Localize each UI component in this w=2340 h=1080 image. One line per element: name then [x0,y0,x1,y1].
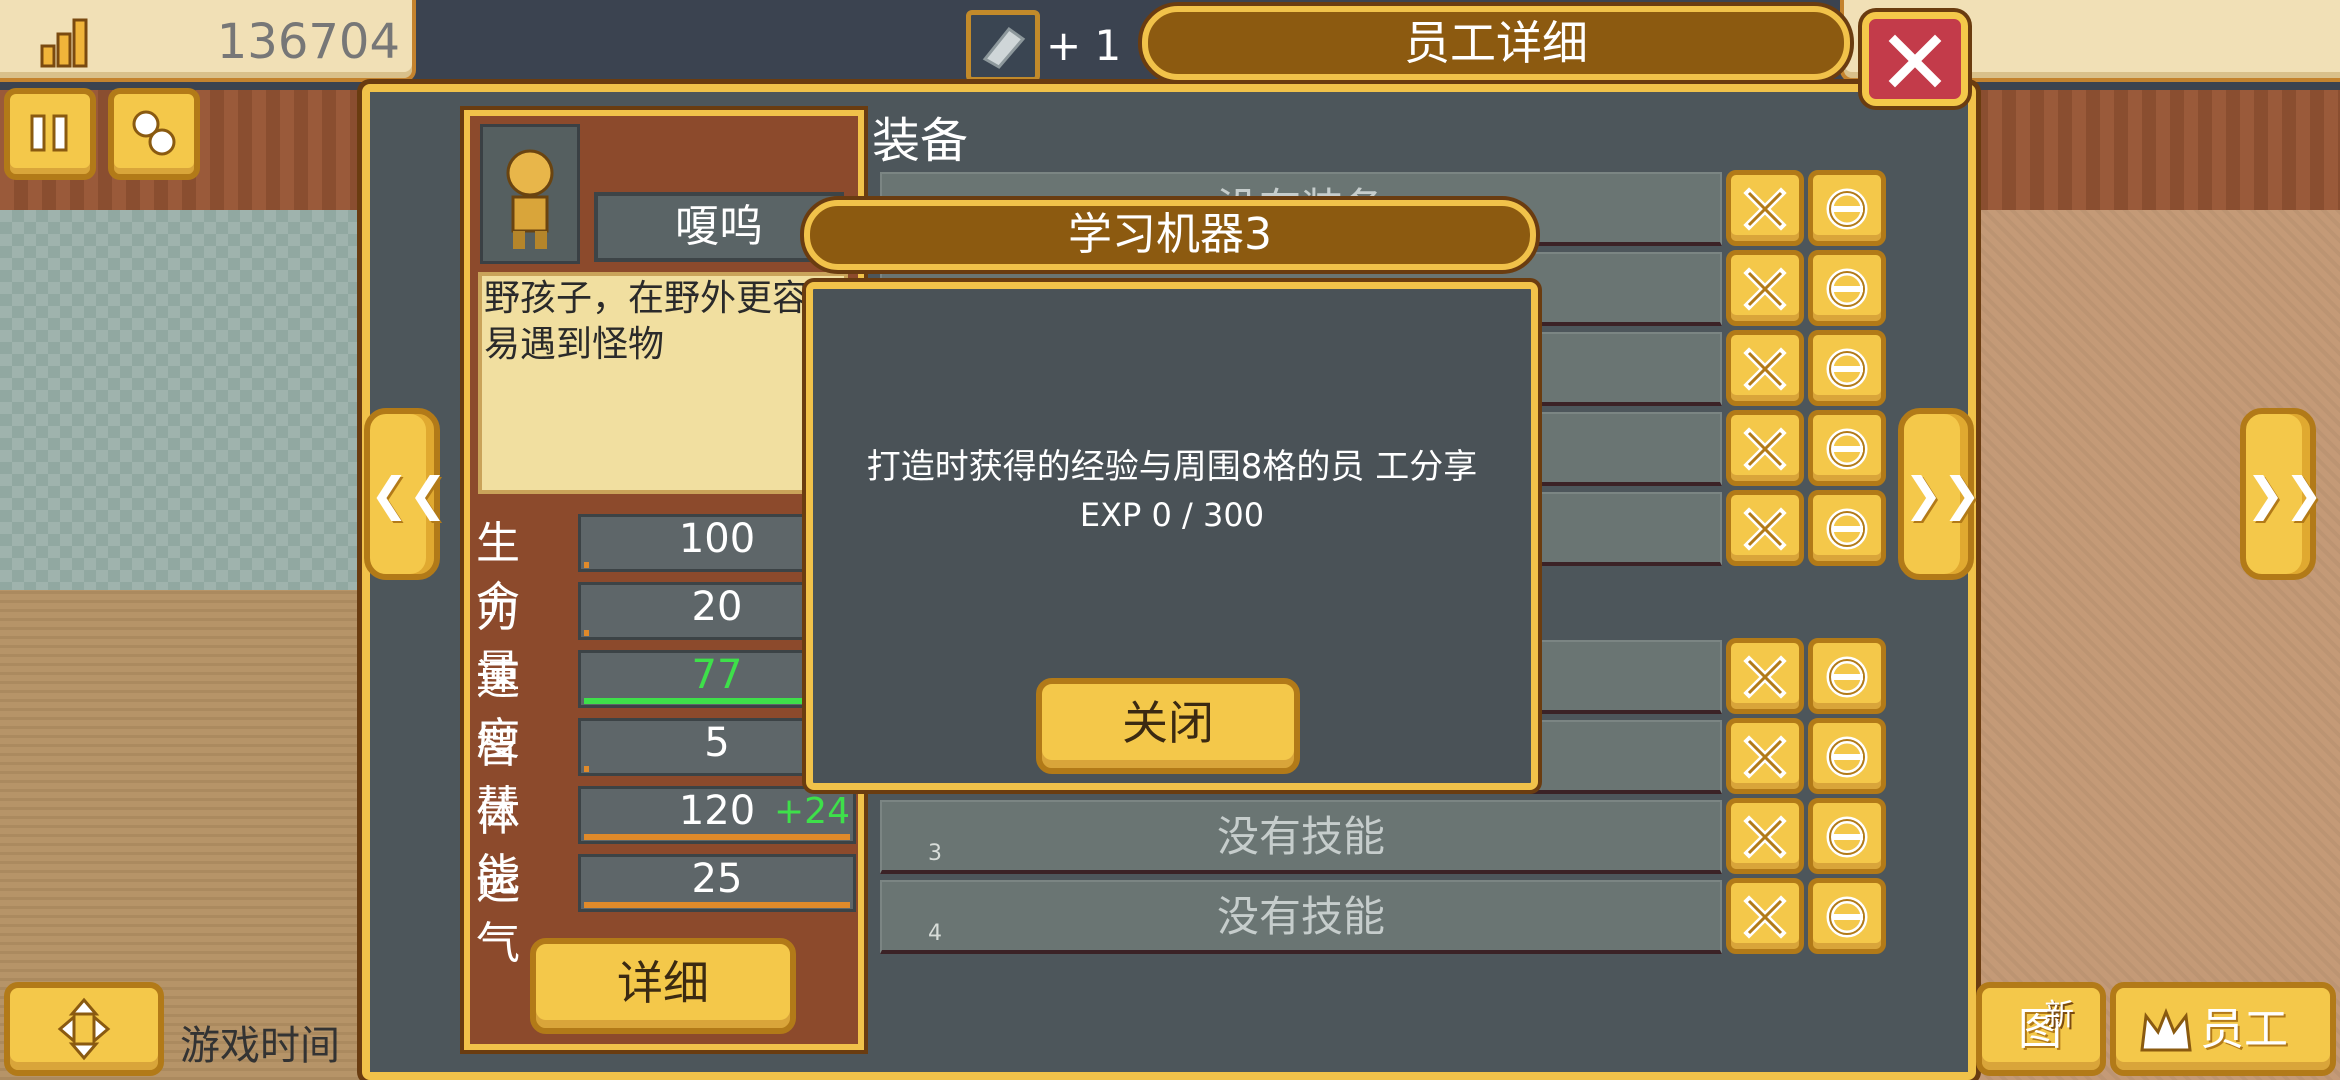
staff-button[interactable]: 员工 [2110,982,2336,1076]
stat-bonus: +24 [774,791,850,832]
right-arrow-icon: ❯❯ [2246,467,2324,521]
panel-title: 员工详细 [1404,16,1588,70]
move-icon [57,997,111,1061]
remove-button[interactable] [1726,490,1804,566]
close-button[interactable] [1862,12,1968,106]
new-badge: 新 [2044,998,2074,1033]
stat-label: 速度 [476,654,520,765]
prev-staff-button[interactable]: ❮❮ [364,408,448,580]
detail-button-label: 详细 [617,956,709,1010]
speed-icon [132,110,176,156]
next-page-button[interactable]: ❯❯ [2240,408,2324,580]
swap-icon [1826,656,1868,698]
right-arrow-icon: ❯❯ [1904,467,1982,521]
stat-fill [584,562,589,568]
swap-icon [1826,188,1868,230]
x-icon [1743,815,1787,859]
stat-fill [584,630,589,636]
speed-button[interactable] [108,88,200,180]
item-slot[interactable] [966,10,1040,82]
stat-fill [584,902,850,908]
skill-slot-number: 3 [928,841,942,866]
stat-label: 力量 [476,586,520,697]
pause-button[interactable] [4,88,96,180]
x-icon [1743,895,1787,939]
skill-slot-label: 没有技能 [1216,892,1385,941]
remove-button[interactable] [1726,798,1804,874]
background-floor-right [1960,210,2340,1080]
x-icon [1743,187,1787,231]
popup-description: 打造时获得的经验与周围8格的员 工分享 [866,447,1478,487]
stat-value: 25 [691,856,743,902]
popup-exp: EXP 0 / 300 [1079,496,1265,534]
swap-button[interactable] [1808,170,1886,246]
left-arrow-icon: ❮❮ [370,467,448,521]
popup-close-label: 关闭 [1122,696,1214,750]
remove-button[interactable] [1726,170,1804,246]
x-icon [1743,655,1787,699]
character-portrait [480,124,580,264]
swap-button[interactable] [1808,250,1886,326]
swap-button[interactable] [1808,718,1886,794]
money-icon [38,16,98,68]
swap-icon [1826,428,1868,470]
swap-icon [1826,508,1868,550]
close-icon [1888,34,1942,88]
stat-label: 生命 [476,518,520,629]
x-icon [1743,507,1787,551]
next-staff-button[interactable]: ❯❯ [1898,408,1982,580]
character-description: 野孩子，在野外更容易遇到怪物 [484,278,809,365]
remove-button[interactable] [1726,330,1804,406]
swap-button[interactable] [1808,490,1886,566]
swap-icon [1826,816,1868,858]
swap-button[interactable] [1808,410,1886,486]
item-bonus: + 1 [1046,21,1122,70]
stat-fill [584,766,589,772]
remove-button[interactable] [1726,878,1804,954]
background-tiles [0,210,370,590]
swap-button[interactable] [1808,638,1886,714]
remove-button[interactable] [1726,718,1804,794]
popup-title: 学习机器3 [1068,209,1272,260]
swap-button[interactable] [1808,330,1886,406]
swap-icon [1826,348,1868,390]
remove-button[interactable] [1726,638,1804,714]
stat-label: 体能 [476,790,520,901]
x-icon [1743,347,1787,391]
remove-button[interactable] [1726,250,1804,326]
swap-icon [1826,736,1868,778]
crown-icon [2140,1007,2192,1052]
swap-icon [1826,268,1868,310]
money-value: 136704 [216,14,400,70]
swap-icon [1826,896,1868,938]
x-icon [1743,427,1787,471]
skill-slot-number: 4 [928,921,942,946]
game-time-label: 游戏时间 [180,1023,340,1069]
swap-button[interactable] [1808,878,1886,954]
pause-icon [30,114,68,152]
x-icon [1743,267,1787,311]
character-sprite [506,149,554,249]
swap-button[interactable] [1808,798,1886,874]
remove-button[interactable] [1726,410,1804,486]
encyclopedia-button[interactable]: 图鉴 新 [1976,982,2106,1076]
move-button[interactable] [4,982,164,1076]
item-icon [982,26,1026,69]
staff-label: 员工 [2200,1004,2288,1055]
stat-label: 运气 [476,858,520,969]
skill-slot-label: 没有技能 [1216,812,1385,861]
x-icon [1743,735,1787,779]
stat-label: 智慧 [476,722,520,833]
stat-fill [584,834,850,840]
equipment-title: 装备 [872,113,969,169]
